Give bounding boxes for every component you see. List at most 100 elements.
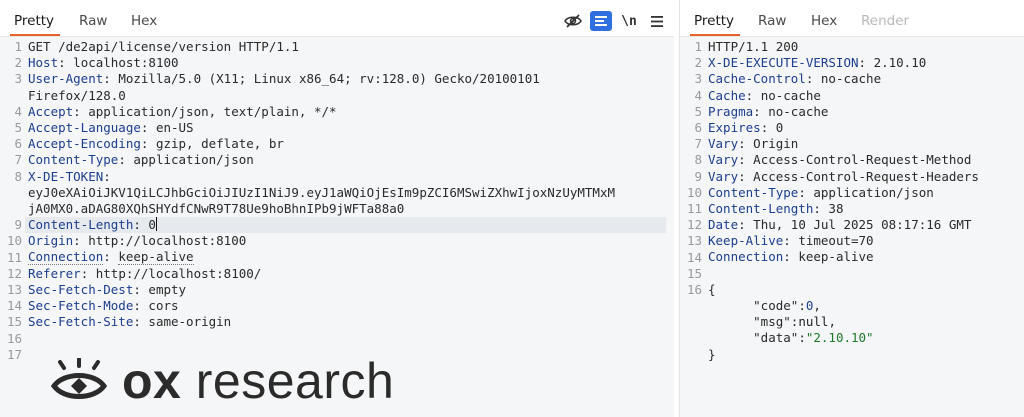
line-number: 10	[686, 184, 702, 200]
code-line: }	[708, 347, 1016, 363]
request-tab-pretty[interactable]: Pretty	[9, 13, 61, 36]
header-separator: :	[103, 168, 119, 184]
newline-toggle-icon[interactable]: \n	[618, 11, 640, 31]
header-name: Accept-Language	[28, 119, 141, 135]
logo-text: ox research	[122, 356, 394, 406]
response-tab-pretty[interactable]: Pretty	[689, 13, 741, 36]
json-value: "2.10.10"	[805, 330, 874, 346]
header-line: Vary: Access-Control-Request-Headers	[708, 169, 1016, 185]
header-value: Origin	[753, 136, 799, 152]
header-name: Keep-Alive	[708, 233, 784, 249]
header-name: Vary	[708, 168, 739, 184]
header-line: Pragma: no-cache	[708, 104, 1016, 120]
header-value: application/json, text/plain, */*	[88, 103, 337, 119]
header-line: Connection: keep-alive	[28, 249, 666, 266]
header-value: en-US	[155, 119, 194, 135]
request-tab-hex[interactable]: Hex	[131, 13, 157, 29]
header-separator: :	[73, 233, 89, 249]
eye-slash-icon[interactable]	[562, 11, 584, 31]
header-line: Cache-Control: no-cache	[708, 71, 1016, 87]
header-line: Keep-Alive: timeout=70	[708, 233, 1016, 249]
response-line-gutter: 1 2 3 4 5 6 7 8 9 10 11 12 13 14 15 16	[680, 37, 706, 417]
response-tab-raw[interactable]: Raw	[758, 13, 786, 29]
header-line: Date: Thu, 10 Jul 2025 08:17:16 GMT	[708, 217, 1016, 233]
line-number: 16	[686, 282, 702, 297]
line-number: 15	[6, 314, 22, 330]
line-number: 17	[6, 346, 22, 362]
header-separator: :	[738, 168, 754, 184]
header-value: cors	[148, 298, 179, 313]
logo-bold-text: ox	[122, 353, 182, 409]
header-name: Content-Length	[708, 200, 814, 216]
header-name: Origin	[28, 233, 74, 249]
header-value: keep-alive	[118, 249, 194, 266]
json-line: "data":"2.10.10"	[708, 330, 1016, 346]
line-number: 1	[14, 39, 22, 54]
line-number: 4	[14, 103, 22, 119]
header-value: keep-alive	[798, 249, 874, 265]
header-line: Content-Length: 38	[708, 201, 1016, 217]
response-tabbar: Pretty Raw Hex Render	[680, 8, 1024, 36]
header-separator: :	[738, 152, 754, 168]
request-line-gutter: 1 2 3 4 5 6 7 8 9 10 11 12 13 14 15 16 17	[0, 37, 26, 417]
header-separator: :	[103, 249, 119, 265]
json-key: "data"	[753, 330, 799, 346]
json-colon: :	[798, 330, 806, 346]
line-text: }	[708, 346, 716, 362]
header-name: X-DE-TOKEN	[28, 168, 104, 184]
header-name: Vary	[708, 136, 739, 152]
line-number: 14	[6, 298, 22, 314]
header-value: Mozilla/5.0 (X11; Linux x86_64; rv:128.0…	[118, 71, 540, 87]
header-line: Accept-Encoding: gzip, deflate, br	[28, 136, 666, 152]
line-number: 2	[694, 55, 702, 71]
header-separator: :	[118, 152, 134, 168]
wrap-lines-icon[interactable]	[590, 11, 612, 31]
header-value: application/json	[133, 152, 254, 168]
logo-regular-text: research	[195, 353, 395, 409]
header-separator: :	[133, 314, 149, 330]
header-value: 0	[148, 217, 156, 233]
line-number: 14	[686, 249, 702, 265]
json-value: null	[798, 314, 829, 330]
header-separator: :	[738, 217, 754, 233]
line-number: 9	[14, 217, 22, 233]
ox-eye-logo-icon	[50, 358, 108, 399]
line-number: 13	[686, 233, 702, 249]
header-line: Content-Type: application/json	[708, 185, 1016, 201]
code-line: Firefox/128.0	[28, 88, 666, 104]
line-number: 3	[694, 71, 702, 87]
header-line: User-Agent: Mozilla/5.0 (X11; Linux x86_…	[28, 71, 666, 87]
line-number: 11	[686, 201, 702, 216]
json-comma: ,	[813, 298, 821, 313]
line-number: 7	[14, 152, 22, 168]
menu-icon[interactable]	[646, 11, 668, 31]
code-line: GET /de2api/license/version HTTP/1.1	[28, 39, 666, 55]
header-name: Sec-Fetch-Mode	[28, 298, 134, 313]
header-value: gzip, deflate, br	[155, 136, 284, 152]
header-value: http://localhost:8100/	[95, 265, 262, 281]
response-code[interactable]: HTTP/1.1 200 X-DE-EXECUTE-VERSION: 2.10.1…	[708, 39, 1016, 363]
json-comma: ,	[828, 314, 836, 330]
line-number: 8	[14, 168, 22, 184]
json-line: "msg":null,	[708, 314, 1016, 330]
line-text: HTTP/1.1 200	[708, 39, 799, 54]
line-number: 2	[14, 55, 22, 71]
header-line: Expires: 0	[708, 120, 1016, 136]
request-tab-raw[interactable]: Raw	[79, 13, 107, 29]
code-line: jA0MX0.aDAG80XQhSHYdfCNwR9T78Ue9hoBhnIPb…	[28, 201, 666, 217]
response-editor[interactable]: 1 2 3 4 5 6 7 8 9 10 11 12 13 14 15 16 HTTP/1.1 200 X-DE…	[680, 36, 1024, 417]
header-value: 38	[828, 200, 844, 216]
code-line: eyJ0eXAiOiJKV1QiLCJhbGciOiJIUzI1NiJ9.eyJ…	[28, 185, 666, 201]
response-tab-hex[interactable]: Hex	[811, 13, 837, 29]
header-separator: :	[745, 87, 761, 103]
header-separator: :	[783, 249, 799, 265]
header-line: Connection: keep-alive	[708, 249, 1016, 265]
request-code[interactable]: GET /de2api/license/version HTTP/1.1 Host…	[25, 39, 666, 363]
line-number: 1	[694, 39, 702, 54]
header-value: 2.10.10	[873, 55, 927, 71]
header-separator: :	[783, 233, 799, 249]
